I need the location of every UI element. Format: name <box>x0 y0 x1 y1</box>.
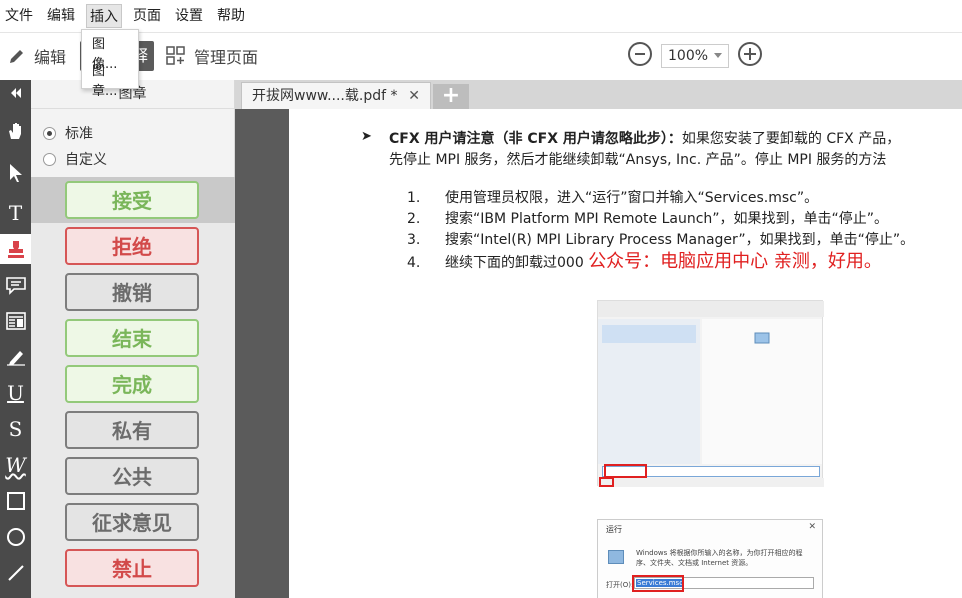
tab-document[interactable]: 开拔网www....载.pdf * ✕ <box>241 82 431 109</box>
menu-insert[interactable]: 插入 <box>86 4 122 28</box>
red-highlight-box <box>604 464 647 478</box>
menu-bar: 文件 编辑 插入 页面 设置 帮助 <box>0 0 962 33</box>
run-dialog-title: 运行 <box>606 525 622 534</box>
step-number: 3. <box>407 232 421 248</box>
stamp-request-comments[interactable]: 征求意见 <box>65 503 199 541</box>
radio-standard-label: 标准 <box>65 126 93 142</box>
bullet-arrow-icon: ➤ <box>361 129 372 144</box>
menu-settings[interactable]: 设置 <box>172 4 206 28</box>
text-icon[interactable]: T <box>0 198 31 228</box>
insert-image-item[interactable]: 图像... <box>82 32 138 72</box>
intro-line2: 先停止 MPI 服务，然后才能继续卸载“Ansys, Inc. 产品”。停止 M… <box>389 152 887 168</box>
menu-edit[interactable]: 编辑 <box>44 4 78 28</box>
run-open-label: 打开(O): <box>606 581 634 589</box>
rectangle-icon[interactable] <box>0 486 31 516</box>
radio-standard[interactable]: 标准 <box>43 123 93 143</box>
add-tab-icon[interactable]: + <box>433 84 469 109</box>
zoom-in-icon[interactable] <box>738 42 762 66</box>
run-icon <box>608 550 624 564</box>
list-item: 3. 搜索“Intel(R) MPI Library Process Manage… <box>407 230 914 251</box>
list-item: 4. 继续下面的卸载过000 公众号：电脑应用中心 亲测，好用。 <box>407 251 914 274</box>
squiggly-icon[interactable]: W <box>0 450 31 480</box>
red-highlight-box <box>632 575 684 592</box>
line-icon[interactable] <box>0 558 31 588</box>
manage-pages-label: 管理页面 <box>194 48 259 67</box>
tab-title: 开拔网www....载.pdf * <box>252 88 398 104</box>
list-item: 1. 使用管理员权限，进入“运行”窗口并输入“Services.msc”。 <box>407 188 914 209</box>
radio-custom[interactable]: 自定义 <box>43 149 107 169</box>
highlight-pen-icon[interactable] <box>0 342 31 372</box>
step-number: 1. <box>407 190 421 206</box>
edit-tool-button[interactable]: 编辑 <box>8 44 66 68</box>
screenshot-taskbar <box>598 478 824 487</box>
manage-pages-icon <box>166 46 185 65</box>
radio-button-checked[interactable] <box>43 126 56 140</box>
stamp-complete[interactable]: 完成 <box>65 365 199 403</box>
stamp-end[interactable]: 结束 <box>65 319 199 357</box>
run-app-icon <box>754 332 770 344</box>
underline-icon[interactable]: U <box>0 378 31 408</box>
menu-file[interactable]: 文件 <box>2 4 36 28</box>
radio-button-unchecked[interactable] <box>43 152 56 166</box>
step-text: 搜索“Intel(R) MPI Library Process Manager”… <box>445 232 915 248</box>
embedded-screenshot-run-dialog: 运行 ✕ Windows 将根据你所输入的名称，为你打开相应的程序、文件夹、文档… <box>597 519 823 598</box>
ellipse-icon[interactable] <box>0 522 31 552</box>
list-item: 2. 搜索“IBM Platform MPI Remote Launch”，如果找… <box>407 209 914 230</box>
embedded-screenshot-start-menu <box>597 300 824 487</box>
hand-icon[interactable] <box>0 116 31 146</box>
toolbar: 编辑 释 管理页面 100% <box>0 34 962 78</box>
pdf-page: ➤ CFX 用户请注意（非 CFX 用户请忽略此步）：如果您安装了要卸载的 CF… <box>289 109 962 598</box>
stamp-icon[interactable] <box>0 234 31 264</box>
comment-icon[interactable] <box>0 271 31 301</box>
stamp-forbidden[interactable]: 禁止 <box>65 549 199 587</box>
intro-paragraph: CFX 用户请注意（非 CFX 用户请忽略此步）：如果您安装了要卸载的 CFX … <box>389 129 900 171</box>
stamp-reject[interactable]: 拒绝 <box>65 227 199 265</box>
screenshot-topbar <box>598 301 824 317</box>
screenshot-selected-item <box>602 325 696 343</box>
insert-dropdown-menu: 图像... 图章... <box>81 29 139 99</box>
select-arrow-icon[interactable] <box>0 158 31 188</box>
document-area: 开拔网www....载.pdf * ✕ + ➤ CFX 用户请注意（非 CFX … <box>235 80 962 598</box>
step-text: 搜索“IBM Platform MPI Remote Launch”，如果找到，… <box>445 211 889 227</box>
red-highlight-box <box>599 477 614 487</box>
run-dialog-description: Windows 将根据你所输入的名称，为你打开相应的程序、文件夹、文档或 Int… <box>636 549 803 567</box>
pencil-icon <box>10 50 23 63</box>
annotation-toolstrip: T U S W <box>0 80 31 598</box>
stamp-accept[interactable]: 接受 <box>65 181 199 219</box>
zoom-select[interactable]: 100% <box>661 44 729 68</box>
edit-tool-label: 编辑 <box>34 48 67 67</box>
red-annotation-text: 公众号：电脑应用中心 亲测，好用。 <box>588 251 882 272</box>
intro-rest: 如果您安装了要卸载的 CFX 产品， <box>681 131 901 147</box>
stamp-revoke[interactable]: 撤销 <box>65 273 199 311</box>
zoom-out-icon[interactable] <box>628 42 652 66</box>
textbox-icon[interactable] <box>0 306 31 336</box>
close-icon: ✕ <box>808 522 816 532</box>
menu-help[interactable]: 帮助 <box>214 4 248 28</box>
stamp-list: 接受 拒绝 撤销 结束 完成 私有 公共 征求意见 禁止 <box>31 177 235 598</box>
manage-pages-button[interactable]: 管理页面 <box>166 44 258 68</box>
steps-list: 1. 使用管理员权限，进入“运行”窗口并输入“Services.msc”。 2. 搜… <box>407 188 914 274</box>
zoom-value: 100% <box>668 48 709 64</box>
screenshot-left-pane <box>598 319 700 464</box>
collapse-icon[interactable] <box>0 80 31 106</box>
stamp-public[interactable]: 公共 <box>65 457 199 495</box>
step-number: 4. <box>407 255 421 271</box>
step-text: 继续下面的卸载过000 <box>445 255 584 271</box>
menu-page[interactable]: 页面 <box>130 4 164 28</box>
stamp-private[interactable]: 私有 <box>65 411 199 449</box>
tab-bar: 开拔网www....载.pdf * ✕ + <box>235 80 962 109</box>
chevron-down-icon <box>714 53 722 58</box>
intro-bold: CFX 用户请注意（非 CFX 用户请忽略此步）： <box>389 131 682 147</box>
strikeout-icon[interactable]: S <box>0 414 31 444</box>
step-number: 2. <box>407 211 421 227</box>
stamp-panel: 图章 标准 自定义 接受 拒绝 撤销 结束 完成 私有 公共 征求意见 禁止 <box>31 80 235 598</box>
step-text: 使用管理员权限，进入“运行”窗口并输入“Services.msc”。 <box>445 190 819 206</box>
screenshot-right-pane <box>702 319 822 464</box>
close-icon[interactable]: ✕ <box>408 83 420 109</box>
radio-custom-label: 自定义 <box>65 152 107 168</box>
